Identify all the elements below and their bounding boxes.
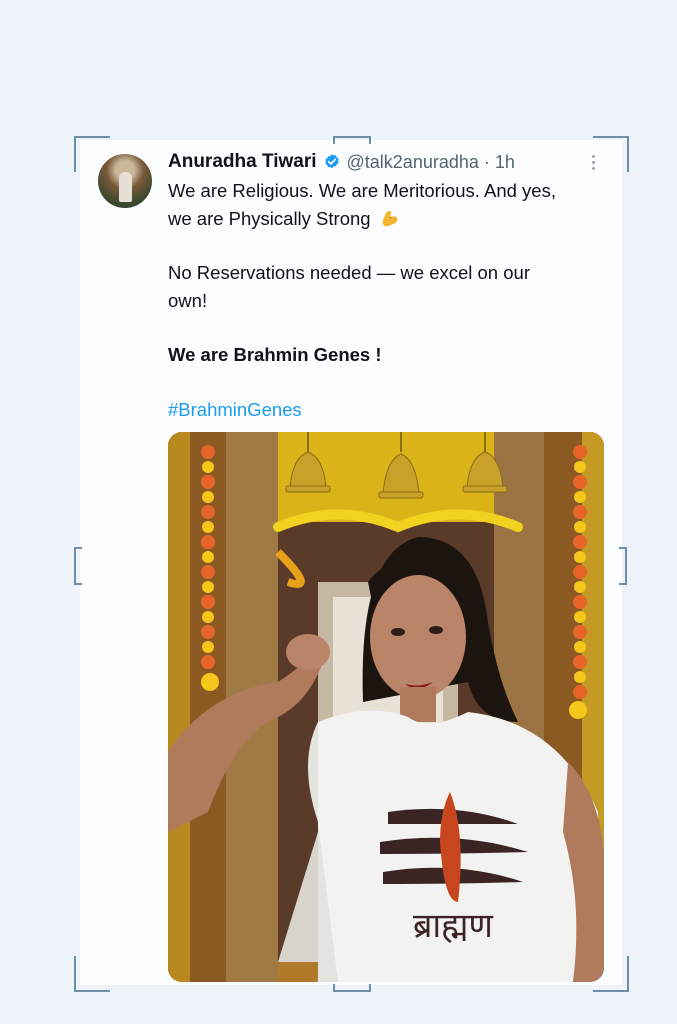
crop-handle-top[interactable] (333, 136, 371, 144)
crop-handle-bottom[interactable] (333, 984, 371, 992)
temple-photo-illustration: ब्राह्मण (168, 432, 604, 982)
flexed-biceps-emoji (382, 211, 398, 227)
more-options-icon[interactable] (586, 152, 600, 174)
crop-handle-left[interactable] (74, 547, 82, 585)
tweet-text-line: we are Physically Strong (168, 208, 371, 229)
author-name[interactable]: Anuradha Tiwari (168, 151, 317, 173)
tweet-header: Anuradha Tiwari @talk2anuradha · 1h (168, 149, 515, 175)
crop-handle-right[interactable] (619, 547, 627, 585)
tweet-text-line-bold: We are Brahmin Genes ! (168, 344, 382, 365)
tweet-text-line: We are Religious. We are Meritorious. An… (168, 180, 556, 201)
hashtag-link[interactable]: #BrahminGenes (168, 396, 302, 424)
handle-and-time[interactable]: @talk2anuradha · 1h (347, 152, 515, 173)
tweet-text-line: own! (168, 290, 208, 311)
tweet-photo[interactable]: ब्राह्मण (168, 432, 604, 982)
tweet-text-line: No Reservations needed — we excel on our (168, 262, 530, 283)
avatar[interactable] (98, 154, 152, 208)
crop-handle-bottom-left[interactable] (74, 956, 110, 992)
shirt-text: ब्राह्मण (413, 906, 494, 946)
verified-badge-icon (324, 154, 339, 169)
tweet-text-line-with-emoji: we are Physically Strong (168, 205, 400, 233)
